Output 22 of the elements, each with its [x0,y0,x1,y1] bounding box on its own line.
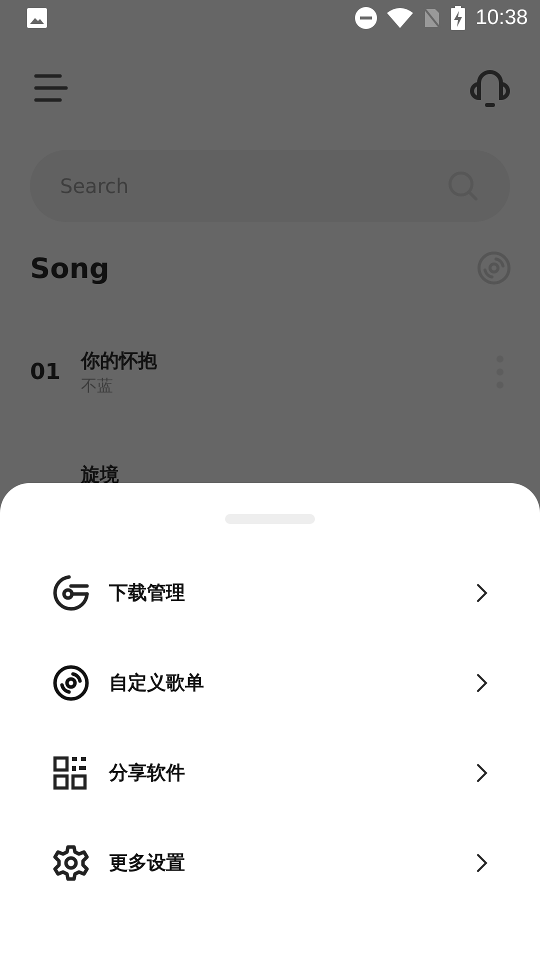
download-manager-icon [53,575,89,611]
image-icon [27,8,47,28]
disc-icon [53,665,89,701]
chevron-right-icon[interactable] [476,583,488,603]
chevron-right-icon[interactable] [476,673,488,693]
menu-item-label[interactable]: 下载管理 [109,580,476,606]
do-not-disturb-icon [355,7,378,29]
clock-time: 10:38 [475,6,528,30]
headphones-icon[interactable] [470,69,510,107]
section-title: Song [30,252,110,284]
settings-icon [53,845,89,881]
wifi-icon [387,8,414,28]
qr-code-icon [53,756,87,790]
menu-item-label[interactable]: 自定义歌单 [109,670,476,696]
chevron-right-icon[interactable] [476,853,488,873]
menu-item-label[interactable]: 分享软件 [109,760,476,786]
battery-charging-icon [451,6,466,30]
track-number: 01 [30,360,62,384]
menu-item-label[interactable]: 更多设置 [109,850,476,876]
no-sim-icon [423,7,442,29]
menu-icon[interactable] [34,73,68,103]
chevron-right-icon[interactable] [476,763,488,783]
